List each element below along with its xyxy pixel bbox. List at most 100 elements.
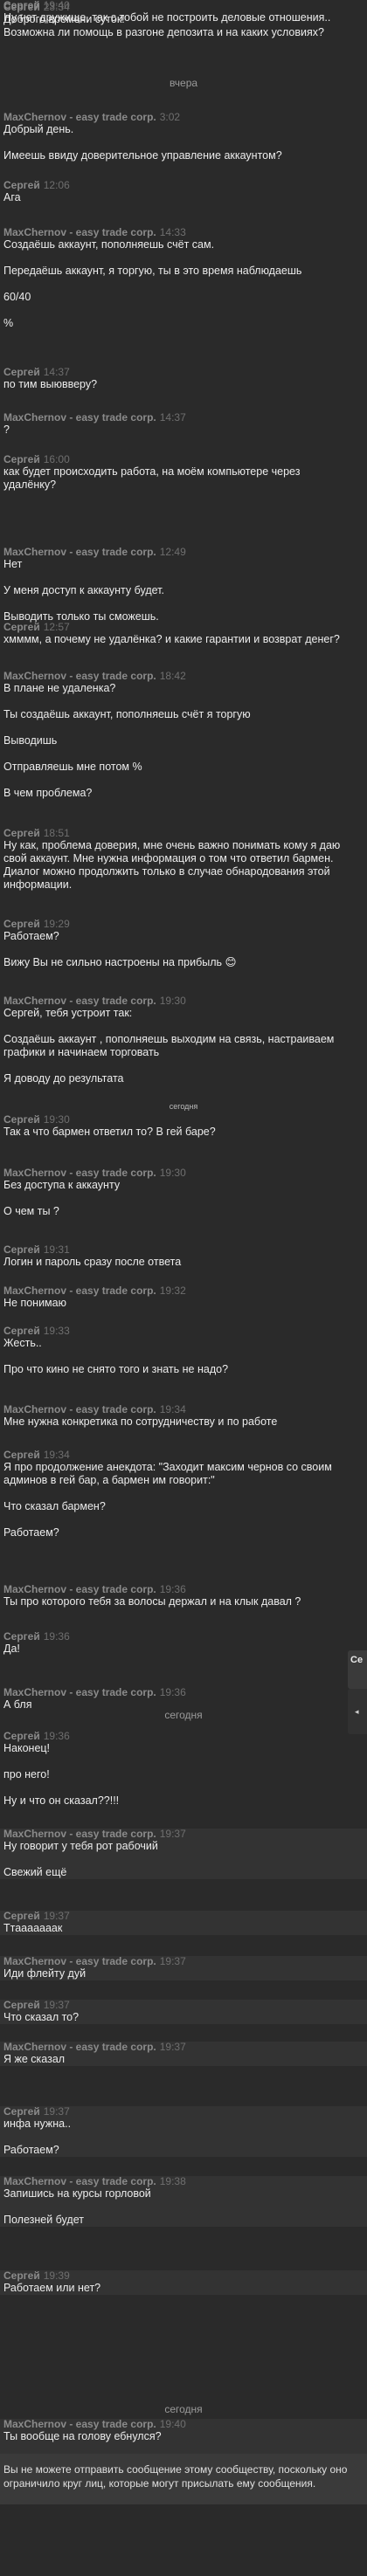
message-item[interactable]: MaxChernov - easy trade corp. 19:32 Не пон… [3,1285,362,1310]
message-author[interactable]: Сергей [3,1450,40,1461]
message-author[interactable]: MaxChernov - easy trade corp. [3,671,156,682]
message-item[interactable]: MaxChernov - easy trade corp. 19:36 Ты про… [3,1584,362,1608]
message-author[interactable]: MaxChernov - easy trade corp. [3,412,156,424]
message-item[interactable]: MaxChernov - easy trade corp. 19:37 Я же с… [0,2042,367,2066]
message-item[interactable]: MaxChernov - easy trade corp. 19:30 Сергей… [3,995,362,1085]
message-author[interactable]: MaxChernov - easy trade corp. [3,1584,156,1595]
message-author[interactable]: MaxChernov - easy trade corp. [3,1829,156,1840]
message-item[interactable]: Сергей 19:31 Логин и пароль сразу после от… [3,1244,362,1269]
message-meta: MaxChernov - easy trade corp. 19:34 [3,1404,362,1415]
message-item[interactable]: Сергей 19:39 Работаем или нет? [0,2270,367,2295]
message-item[interactable]: Сергей 12:06 Ага [3,180,362,204]
message-author[interactable]: MaxChernov - easy trade corp. [3,1956,156,1967]
message-text-line: Ну как, проблема доверия, мне очень важн… [3,839,341,851]
message-meta: MaxChernov - easy trade corp. 19:36 [3,1687,362,1698]
message-text-line [3,1350,362,1363]
message-author[interactable]: Сергей [3,828,40,839]
message-author[interactable]: Сергей [3,180,40,191]
message-author[interactable]: Сергей [3,367,40,378]
message-item[interactable]: Сергей 19:29 Работаем? Вижу Вы не сильно н… [3,919,362,969]
message-item[interactable]: Сергей 19:37 Ттааааааак [0,1911,367,1935]
message-author[interactable]: Сергей [3,1631,40,1643]
message-item[interactable]: Сергей 16:00 как будет происходить работа,… [3,454,362,492]
message-author[interactable]: MaxChernov - easy trade corp. [3,227,156,238]
message-time: 14:33 [159,227,186,238]
message-item[interactable]: Сергей 19:36 Наконец! про него! Ну и что о… [3,1731,362,1808]
message-author[interactable]: MaxChernov - easy trade corp. [3,995,156,1007]
message-author[interactable]: Сергей [3,2106,40,2118]
message-author[interactable]: MaxChernov - easy trade corp. [3,1285,156,1297]
message-item[interactable]: Сергей 19:36 Да! [3,1631,362,1656]
message-item[interactable]: Сергей 19:40 Ну нет дружище, так с тобой н… [3,0,362,24]
message-author[interactable]: Сергей [3,1326,40,1337]
message-text-line: хмммм, а почему не удалёнка? и какие гар… [3,633,340,645]
message-item[interactable]: MaxChernov - easy trade corp. 18:42 В план… [3,671,362,800]
message-item[interactable]: Сергей 19:37 Что сказал то? [0,2000,367,2024]
message-item[interactable]: MaxChernov - easy trade corp. 14:33 Создаё… [3,227,362,330]
message-text-line [3,1853,362,1866]
message-text-line [3,304,362,317]
message-time: 19:40 [159,2419,186,2430]
message-item[interactable]: Сергей 14:37 по тим выювверу? [3,367,362,391]
message-item[interactable]: MaxChernov - easy trade corp. 19:34 Мне ну… [3,1404,362,1429]
message-time: 19:37 [43,1911,70,1922]
message-text-line: Жесть.. [3,1337,42,1349]
message-author[interactable]: MaxChernov - easy trade corp. [3,1167,156,1179]
message-meta: MaxChernov - easy trade corp. 14:37 [3,412,362,424]
message-text-line: Вижу Вы не сильно настроены на прибыль 😊 [3,956,237,968]
message-time: 19:36 [43,1731,70,1742]
message-author[interactable]: Сергей [3,1114,40,1126]
message-item[interactable]: Сергей 19:37 инфа нужна.. Работаем? [0,2106,367,2157]
message-text-line: Не понимаю [3,1297,66,1309]
message-author[interactable]: MaxChernov - easy trade corp. [3,2176,156,2187]
message-author[interactable]: Сергей [3,2000,40,2011]
message-text-line: Добрый день. [3,123,74,135]
message-item[interactable]: MaxChernov - easy trade corp. 19:36 А бля [3,1687,362,1712]
message-text-line [3,1781,362,1794]
message-item[interactable]: Сергей 19:34 Я про продолжение анекдота: "… [3,1450,362,1539]
message-author[interactable]: MaxChernov - easy trade corp. [3,112,156,123]
message-time: 19:37 [159,1956,186,1967]
message-meta: Сергей 19:36 [3,1731,362,1742]
message-author[interactable]: MaxChernov - easy trade corp. [3,2042,156,2053]
message-item[interactable]: MaxChernov - easy trade corp. 12:49 Нет У … [3,547,362,623]
message-text-line: Выводишь [3,734,58,747]
message-item[interactable]: MaxChernov - easy trade corp. 19:38 Запиши… [0,2176,367,2227]
message-text-line: О чем ты ? [3,1205,59,1217]
message-item[interactable]: MaxChernov - easy trade corp. 3:02 Добрый … [3,112,362,162]
message-item[interactable]: Сергей 19:33 Жесть.. Про что кино не снято… [3,1326,362,1376]
message-text-line [3,2131,362,2144]
message-item[interactable]: MaxChernov - easy trade corp. 19:37 Иди фл… [0,1956,367,1980]
message-item[interactable]: Сергей 19:30 Так а что бармен ответил то? … [3,1114,362,1139]
message-meta: Сергей 19:34 [3,1450,362,1461]
message-author[interactable]: MaxChernov - easy trade corp. [3,1404,156,1415]
message-time: 19:38 [159,2176,186,2187]
message-text-line: свой аккаунт. Мне нужна информация о том… [3,852,334,864]
message-time: 19:33 [43,1326,70,1337]
message-meta: Сергей 16:00 [3,454,362,465]
message-item[interactable]: Сергей 18:51 Ну как, проблема доверия, мне… [3,828,362,892]
message-time: 19:37 [43,2106,70,2118]
message-author[interactable]: MaxChernov - easy trade corp. [3,2419,156,2430]
message-item[interactable]: MaxChernov - easy trade corp. 19:37 Ну гов… [0,1829,367,1879]
message-author[interactable]: Сергей [3,622,40,633]
message-text-line: Работаем? [3,1526,59,1539]
message-author[interactable]: Сергей [3,0,40,11]
message-author[interactable]: MaxChernov - easy trade corp. [3,547,156,558]
message-meta: Сергей 12:57 [3,622,362,633]
message-author[interactable]: Сергей [3,919,40,930]
message-author[interactable]: Сергей [3,1244,40,1256]
message-item[interactable]: Сергей 12:57 хмммм, а почему не удалёнка? … [3,622,362,646]
message-author[interactable]: Сергей [3,1731,40,1742]
message-text-line [3,1487,362,1500]
message-author[interactable]: Сергей [3,454,40,465]
message-author[interactable]: Сергей [3,2270,40,2282]
message-author[interactable]: Сергей [3,1911,40,1922]
message-author[interactable]: MaxChernov - easy trade corp. [3,1687,156,1698]
message-item[interactable]: MaxChernov - easy trade corp. 14:37? [3,412,362,437]
message-item[interactable]: MaxChernov - easy trade corp. 19:30 Без до… [3,1167,362,1218]
message-meta: Сергей 14:37 [3,367,362,378]
message-text-line: Создаёшь аккаунт , пополняешь выходим на… [3,1033,335,1045]
message-text-line: Ну говорит у тебя рот рабочий [3,1840,158,1852]
message-meta: MaxChernov - easy trade corp. 19:37 [3,2042,362,2053]
